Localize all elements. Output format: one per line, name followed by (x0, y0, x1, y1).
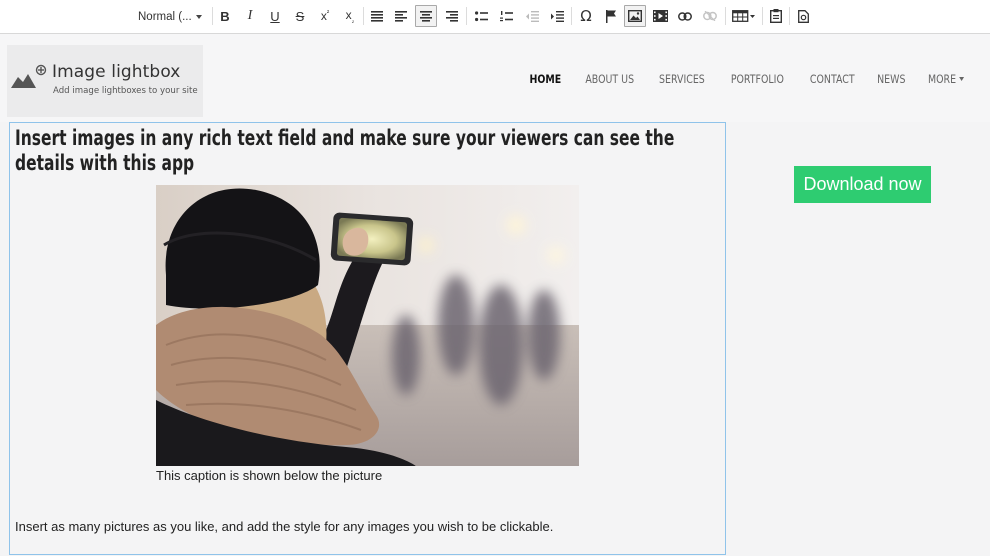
site-header: Image lightbox Add image lightboxes to y… (0, 34, 990, 122)
page-title: Insert images in any rich text field and… (15, 126, 675, 175)
image-caption: This caption is shown below the picture (156, 468, 383, 483)
toolbar-separator (725, 7, 726, 25)
format-dropdown-label: Normal (... (138, 11, 192, 23)
superscript-icon: x² (320, 9, 330, 23)
superscript-button[interactable]: x² (314, 5, 336, 27)
logo-title: Image lightbox (52, 62, 181, 82)
special-character-button[interactable]: Ω (575, 5, 597, 27)
image-icon (628, 10, 642, 22)
nav-item-contact[interactable]: CONTACT (810, 72, 855, 86)
logo-image-icon (11, 64, 47, 88)
toolbar-separator (762, 7, 763, 25)
content-image[interactable] (156, 185, 579, 466)
underline-button[interactable]: U (264, 5, 286, 27)
format-dropdown[interactable]: Normal (... (138, 6, 206, 28)
justify-button[interactable] (366, 5, 388, 27)
link-icon (678, 11, 692, 21)
link-button[interactable] (674, 5, 696, 27)
outdent-icon (525, 10, 539, 22)
align-right-icon (446, 10, 458, 22)
strikethrough-icon: S (295, 8, 305, 24)
body-paragraph: Insert as many pictures as you like, and… (15, 519, 554, 534)
nav-item-more[interactable]: MORE (927, 72, 965, 86)
anchor-flag-icon (606, 9, 616, 23)
video-icon (652, 10, 668, 22)
nav-item-home[interactable]: HOME (530, 72, 562, 86)
bulleted-list-button[interactable] (470, 5, 492, 27)
logo-subtitle: Add image lightboxes to your site (53, 86, 198, 96)
bulleted-list-icon (474, 10, 488, 21)
paste-button[interactable] (765, 5, 787, 27)
nav-more-label: MORE (927, 72, 956, 86)
numbered-list-button[interactable] (495, 5, 517, 27)
download-now-button[interactable]: Download now (794, 166, 931, 203)
paste-icon (770, 9, 782, 23)
toolbar-separator (571, 7, 572, 25)
unlink-icon (703, 11, 717, 21)
outdent-button[interactable] (521, 5, 543, 27)
indent-button[interactable] (546, 5, 568, 27)
toolbar-separator (212, 7, 213, 25)
justify-icon (371, 10, 383, 22)
underline-icon: U (270, 8, 280, 24)
numbered-list-icon (499, 10, 513, 21)
italic-button[interactable]: I (239, 5, 261, 27)
image-button[interactable] (624, 5, 646, 27)
nav-item-portfolio[interactable]: PORTFOLIO (731, 72, 784, 86)
align-left-icon (395, 10, 407, 22)
nav-item-about-us[interactable]: ABOUT US (585, 72, 634, 86)
editor-toolbar: Normal (... B I U S x² x₂ Ω (0, 0, 990, 34)
align-center-button[interactable] (415, 5, 437, 27)
subscript-button[interactable]: x₂ (339, 5, 361, 27)
video-button[interactable] (649, 5, 671, 27)
align-right-button[interactable] (441, 5, 463, 27)
woman-taking-photo-image (156, 185, 579, 466)
nav-item-news[interactable]: NEWS (877, 72, 905, 86)
toolbar-separator (789, 7, 790, 25)
table-button[interactable] (730, 5, 758, 27)
unlink-button[interactable] (699, 5, 721, 27)
source-button[interactable] (792, 5, 814, 27)
site-logo[interactable]: Image lightbox Add image lightboxes to y… (7, 45, 203, 117)
bold-button[interactable]: B (214, 5, 236, 27)
strikethrough-button[interactable]: S (289, 5, 311, 27)
source-icon (797, 9, 809, 23)
nav-item-services[interactable]: SERVICES (659, 72, 705, 86)
table-icon (732, 10, 755, 22)
italic-icon: I (247, 8, 253, 23)
indent-icon (550, 10, 564, 22)
align-center-icon (420, 10, 432, 22)
subscript-icon: x₂ (345, 7, 355, 25)
main-nav: HOME ABOUT US SERVICES PORTFOLIO CONTACT… (511, 72, 968, 86)
chevron-down-icon (959, 77, 965, 81)
bold-icon: B (220, 8, 230, 24)
rich-text-editor-area[interactable]: Insert images in any rich text field and… (9, 122, 726, 555)
format-dropdown-caret-icon (195, 15, 202, 19)
anchor-button[interactable] (600, 5, 622, 27)
special-character-icon: Ω (580, 7, 592, 25)
align-left-button[interactable] (390, 5, 412, 27)
toolbar-separator (466, 7, 467, 25)
toolbar-separator (363, 7, 364, 25)
